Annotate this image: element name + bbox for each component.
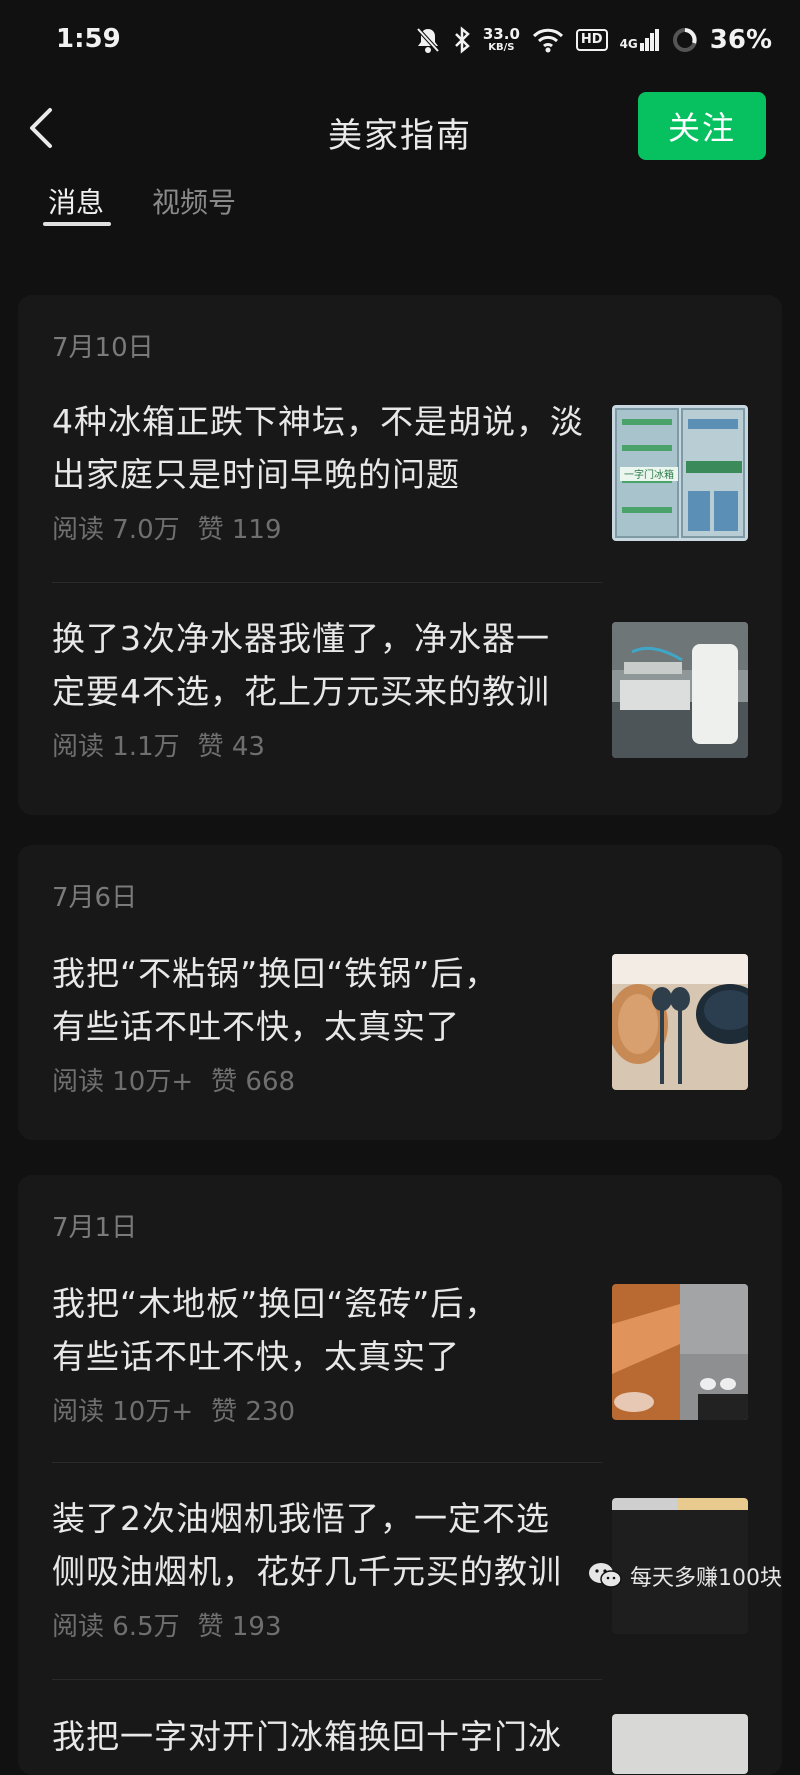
battery-percent: 36% — [709, 25, 772, 55]
network-speed-value: 33.0 — [482, 25, 520, 43]
thumb-text: 一字门冰箱 — [624, 468, 674, 481]
cell-signal: 4G — [620, 29, 660, 51]
article-item[interactable]: 我把“不粘锅”换回“铁锅”后， 有些话不吐不快，太真实了 阅读 10万+ 赞 66… — [18, 947, 782, 1097]
article-item[interactable]: 我把一字对开门冰箱换回十字门冰 — [18, 1710, 782, 1774]
article-item[interactable]: 4种冰箱正跌下神坛，不是胡说，淡 出家庭只是时间早晚的问题 阅读 7.0万赞 1… — [18, 395, 782, 545]
article-title-line: 我把一字对开门冰箱换回十字门冰 — [52, 1717, 562, 1756]
read-count: 阅读 10万+ — [52, 1067, 194, 1097]
article-title-line: 有些话不吐不快，太真实了 — [52, 1007, 460, 1046]
mute-bell-icon — [416, 27, 440, 53]
watermark-text: 每天多赚100块 — [630, 1566, 782, 1591]
article-title: 我把“木地板”换回“瓷砖”后， 有些话不吐不快，太真实了 — [52, 1277, 600, 1383]
read-count: 阅读 1.1万 — [52, 732, 180, 762]
message-group: 7月6日 我把“不粘锅”换回“铁锅”后， 有些话不吐不快，太真实了 阅读 10万… — [18, 845, 782, 1140]
floor-comparison-image — [612, 1284, 748, 1420]
like-count: 赞 119 — [197, 515, 282, 545]
article-meta: 阅读 6.5万赞 193 — [52, 1606, 282, 1643]
article-title-line: 侧吸油烟机，花好几千元买的教训 — [52, 1552, 562, 1591]
group-date: 7月10日 — [52, 333, 154, 363]
wok-image — [612, 954, 748, 1090]
divider — [52, 582, 602, 583]
like-count: 赞 230 — [211, 1397, 296, 1427]
article-thumbnail — [612, 954, 748, 1090]
article-title-line: 装了2次油烟机我悟了，一定不选 — [52, 1499, 550, 1538]
battery-ring-icon — [672, 28, 697, 52]
article-title-line: 换了3次净水器我懂了，净水器一 — [52, 619, 550, 658]
article-meta: 阅读 10万+ 赞 230 — [52, 1391, 295, 1428]
article-title-line: 4种冰箱正跌下神坛，不是胡说，淡 — [52, 402, 584, 441]
article-meta: 阅读 7.0万赞 119 — [52, 509, 282, 546]
watermark: 每天多赚100块 — [588, 1560, 782, 1592]
wechat-icon — [589, 1563, 622, 1588]
article-thumbnail: 一字门冰箱 — [612, 405, 748, 541]
signal-bars-icon — [639, 29, 659, 51]
article-title-line: 出家庭只是时间早晚的问题 — [52, 455, 460, 494]
article-title: 4种冰箱正跌下神坛，不是胡说，淡 出家庭只是时间早晚的问题 — [52, 395, 600, 501]
message-group: 7月10日 4种冰箱正跌下神坛，不是胡说，淡 出家庭只是时间早晚的问题 阅读 7… — [18, 295, 782, 815]
fridge-image: 一字门冰箱 — [612, 405, 748, 541]
divider — [52, 1462, 602, 1463]
bluetooth-icon — [454, 26, 470, 54]
article-thumbnail — [612, 622, 748, 758]
read-count: 阅读 10万+ — [52, 1397, 194, 1427]
like-count: 赞 193 — [197, 1612, 282, 1642]
read-count: 阅读 6.5万 — [52, 1612, 180, 1642]
article-title-line: 我把“不粘锅”换回“铁锅”后， — [52, 954, 499, 993]
message-group: 7月1日 我把“木地板”换回“瓷砖”后， 有些话不吐不快，太真实了 阅读 10万… — [18, 1175, 782, 1775]
tab-bar: 消息 视频号 — [0, 175, 800, 235]
read-count: 阅读 7.0万 — [52, 515, 180, 545]
tab-messages[interactable]: 消息 — [48, 181, 104, 221]
network-speed: 33.0 KB/S — [482, 25, 520, 54]
status-time: 1:59 — [56, 24, 121, 54]
tab-channels[interactable]: 视频号 — [152, 181, 236, 221]
article-item[interactable]: 我把“木地板”换回“瓷砖”后， 有些话不吐不快，太真实了 阅读 10万+ 赞 23… — [18, 1277, 782, 1427]
article-meta: 阅读 10万+ 赞 668 — [52, 1061, 295, 1098]
article-title-line: 有些话不吐不快，太真实了 — [52, 1337, 460, 1376]
status-bar: 1:59 33.0 KB/S HD 4G 36% — [0, 0, 800, 80]
article-title: 我把“不粘锅”换回“铁锅”后， 有些话不吐不快，太真实了 — [52, 947, 600, 1053]
like-count: 赞 668 — [211, 1067, 296, 1097]
water-purifier-image — [612, 622, 748, 758]
tab-active-indicator — [43, 222, 111, 226]
like-count: 赞 43 — [197, 732, 265, 762]
wifi-icon — [532, 28, 563, 53]
article-title-line: 我把“木地板”换回“瓷砖”后， — [52, 1284, 499, 1323]
nav-bar: 美家指南 关注 — [0, 90, 800, 170]
divider — [52, 1679, 602, 1680]
article-title: 我把一字对开门冰箱换回十字门冰 — [52, 1710, 600, 1763]
article-item[interactable]: 换了3次净水器我懂了，净水器一 定要4不选，花上万元买来的教训 阅读 1.1万赞… — [18, 612, 782, 762]
article-title: 换了3次净水器我懂了，净水器一 定要4不选，花上万元买来的教训 — [52, 612, 600, 718]
group-date: 7月1日 — [52, 1213, 138, 1243]
status-icons: 33.0 KB/S HD 4G 36% — [415, 22, 772, 58]
article-title: 装了2次油烟机我悟了，一定不选 侧吸油烟机，花好几千元买的教训 — [52, 1492, 600, 1598]
network-type: 4G — [619, 37, 638, 51]
article-thumbnail — [612, 1714, 748, 1774]
article-thumbnail — [612, 1284, 748, 1420]
article-title-line: 定要4不选，花上万元买来的教训 — [52, 672, 550, 711]
network-speed-unit: KB/S — [488, 42, 515, 53]
group-date: 7月6日 — [52, 883, 138, 913]
article-meta: 阅读 1.1万赞 43 — [52, 726, 265, 763]
follow-button[interactable]: 关注 — [638, 92, 766, 160]
hd-badge: HD — [575, 29, 608, 51]
